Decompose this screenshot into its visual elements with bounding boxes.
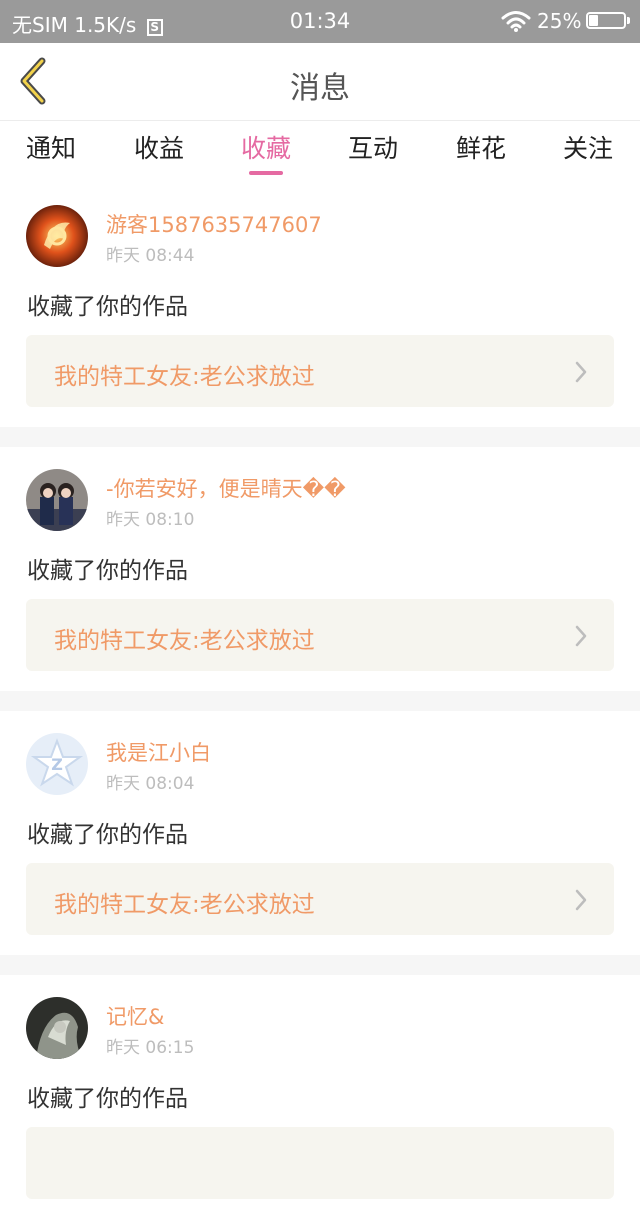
chevron-right-icon <box>575 361 587 383</box>
avatar[interactable] <box>26 469 88 531</box>
action-text: 收藏了你的作品 <box>27 294 188 320</box>
list-item: 游客1587635747607 昨天 08:44 收藏了你的作品 我的特工女友:… <box>0 183 640 427</box>
post-time: 昨天 08:04 <box>106 774 195 794</box>
avatar-image <box>26 205 88 267</box>
tab-bar: 通知 收益 收藏 互动 鲜花 关注 <box>0 121 640 183</box>
action-text: 收藏了你的作品 <box>27 822 188 848</box>
avatar[interactable]: Z <box>26 733 88 795</box>
work-title: 我的特工女友:老公求放过 <box>54 892 315 918</box>
post-time: 昨天 06:15 <box>106 1038 195 1058</box>
post-time: 昨天 08:44 <box>106 246 195 266</box>
divider <box>0 427 640 447</box>
page-title: 消息 <box>290 71 350 106</box>
avatar-image <box>26 469 88 531</box>
status-bar: 无SIM 1.5K/s S 01:34 25% <box>0 0 640 43</box>
divider <box>0 691 640 711</box>
tab-label: 通知 <box>25 134 76 163</box>
battery-cap <box>627 17 630 24</box>
list-item: Z 我是江小白 昨天 08:04 收藏了你的作品 我的特工女友:老公求放过 <box>0 711 640 955</box>
action-text: 收藏了你的作品 <box>27 558 188 584</box>
user-name[interactable]: -你若安好，便是晴天�� <box>106 473 346 503</box>
battery-icon <box>586 12 626 29</box>
post-time: 昨天 08:10 <box>106 510 195 530</box>
tab-follows[interactable]: 关注 <box>533 129 640 183</box>
battery-percent: 25% <box>537 9 582 33</box>
chevron-right-icon <box>575 625 587 647</box>
work-title: 我的特工女友:老公求放过 <box>54 364 315 390</box>
work-link[interactable]: 我的特工女友:老公求放过 <box>26 863 614 935</box>
tab-label: 收益 <box>133 134 184 163</box>
user-name[interactable]: 游客1587635747607 <box>106 209 322 239</box>
tab-underline <box>249 171 283 175</box>
divider <box>0 955 640 975</box>
tab-label: 关注 <box>562 134 613 163</box>
tab-notifications[interactable]: 通知 <box>0 129 106 183</box>
user-name[interactable]: 记忆& <box>106 1001 164 1031</box>
avatar[interactable] <box>26 205 88 267</box>
user-name[interactable]: 我是江小白 <box>106 737 211 767</box>
tab-favorites[interactable]: 收藏 <box>211 129 321 183</box>
svg-text:Z: Z <box>51 755 63 774</box>
tab-label: 鲜花 <box>455 134 506 163</box>
list-item: -你若安好，便是晴天�� 昨天 08:10 收藏了你的作品 我的特工女友:老公求… <box>0 447 640 691</box>
avatar[interactable] <box>26 997 88 1059</box>
nav-header: 消息 <box>0 43 640 121</box>
avatar-image <box>26 997 88 1059</box>
list-item: 记忆& 昨天 06:15 收藏了你的作品 <box>0 975 640 1219</box>
tab-earnings[interactable]: 收益 <box>104 129 214 183</box>
tab-interactions[interactable]: 互动 <box>318 129 428 183</box>
tab-label: 收藏 <box>240 134 291 163</box>
work-title: 我的特工女友:老公求放过 <box>54 628 315 654</box>
tab-label: 互动 <box>347 134 398 163</box>
wifi-icon <box>501 11 531 32</box>
message-list: 游客1587635747607 昨天 08:44 收藏了你的作品 我的特工女友:… <box>0 183 640 1219</box>
avatar-image: Z <box>26 733 88 795</box>
action-text: 收藏了你的作品 <box>27 1086 188 1112</box>
work-link[interactable]: 我的特工女友:老公求放过 <box>26 335 614 407</box>
chevron-right-icon <box>575 889 587 911</box>
work-link[interactable]: 我的特工女友:老公求放过 <box>26 599 614 671</box>
tab-flowers[interactable]: 鲜花 <box>426 129 536 183</box>
